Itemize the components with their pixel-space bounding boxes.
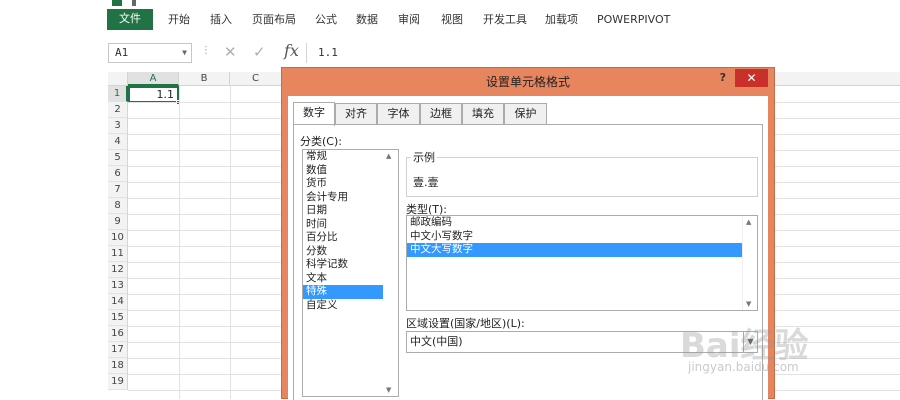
locale-value: 中文(中国)	[410, 335, 463, 348]
row-header[interactable]: 6	[108, 166, 128, 182]
cell-value: 1.1	[156, 88, 175, 101]
tab-addins[interactable]: 加载项	[545, 10, 578, 30]
category-item[interactable]: 会计专用	[303, 191, 383, 205]
column-header-b[interactable]: B	[179, 72, 230, 86]
category-item[interactable]: 货币	[303, 177, 383, 191]
gridline	[179, 86, 180, 399]
row-header[interactable]: 8	[108, 198, 128, 214]
category-item[interactable]: 自定义	[303, 299, 383, 313]
category-item[interactable]: 文本	[303, 272, 383, 286]
row-header[interactable]: 2	[108, 102, 128, 118]
tab-protection[interactable]: 保护	[504, 103, 547, 125]
close-button[interactable]: ✕	[735, 69, 768, 87]
select-all-corner[interactable]	[108, 72, 128, 86]
tab-review[interactable]: 审阅	[398, 10, 420, 30]
row-header[interactable]: 13	[108, 278, 128, 294]
tab-alignment[interactable]: 对齐	[335, 103, 377, 125]
category-item[interactable]: 特殊	[303, 285, 383, 299]
category-item[interactable]: 时间	[303, 218, 383, 232]
tab-insert[interactable]: 插入	[210, 10, 232, 30]
category-item[interactable]: 分数	[303, 245, 383, 259]
type-item[interactable]: 中文大写数字	[407, 243, 743, 257]
category-item[interactable]: 常规	[303, 150, 383, 164]
tab-developer[interactable]: 开发工具	[483, 10, 527, 30]
row-header[interactable]: 7	[108, 182, 128, 198]
scroll-down-icon[interactable]: ▼	[746, 300, 751, 308]
tab-view[interactable]: 视图	[441, 10, 463, 30]
sample-value: 壹.壹	[413, 176, 439, 189]
formula-input[interactable]: 1.1	[318, 43, 338, 63]
tab-fill[interactable]: 填充	[462, 103, 504, 125]
formula-separator	[306, 43, 307, 63]
row-header[interactable]: 3	[108, 118, 128, 134]
chevron-down-icon[interactable]: ▼	[182, 44, 187, 62]
column-header-a[interactable]: A	[128, 72, 179, 86]
type-item[interactable]: 中文小写数字	[407, 230, 743, 244]
tab-page-layout[interactable]: 页面布局	[252, 10, 296, 30]
type-item[interactable]: 邮政编码	[407, 216, 743, 230]
scroll-up-icon[interactable]: ▲	[746, 218, 751, 226]
row-header[interactable]: 17	[108, 342, 128, 358]
tab-number[interactable]: 数字	[293, 102, 335, 126]
category-scrollbar[interactable]: ▲ ▼	[383, 150, 398, 396]
tab-home[interactable]: 开始	[168, 10, 190, 30]
tab-border[interactable]: 边框	[420, 103, 462, 125]
row-header[interactable]: 15	[108, 310, 128, 326]
row-header[interactable]: 9	[108, 214, 128, 230]
row-header[interactable]: 16	[108, 326, 128, 342]
row-header[interactable]: 5	[108, 150, 128, 166]
row-header[interactable]: 12	[108, 262, 128, 278]
name-box[interactable]: A1 ▼	[108, 43, 192, 63]
row-header[interactable]: 10	[108, 230, 128, 246]
scroll-up-icon[interactable]: ▲	[386, 152, 391, 160]
row-header[interactable]: 1	[108, 86, 128, 102]
cancel-icon[interactable]: ✕	[224, 43, 237, 61]
drag-handle-icon[interactable]: ⋮	[201, 45, 211, 56]
dialog-title: 设置单元格格式	[485, 75, 570, 89]
gridline	[230, 86, 231, 399]
sample-groupbox: 示例 壹.壹	[406, 149, 758, 197]
row-header[interactable]: 14	[108, 294, 128, 310]
category-label: 分类(C):	[300, 135, 342, 148]
enter-icon[interactable]: ✓	[253, 43, 266, 61]
category-listbox[interactable]: 常规 数值 货币 会计专用 日期 时间 百分比 分数 科学记数 文本 特殊 自定义 ▲ ▼	[302, 149, 399, 397]
tab-powerpivot[interactable]: POWERPIVOT	[597, 10, 670, 30]
category-item[interactable]: 日期	[303, 204, 383, 218]
tab-file[interactable]: 文件	[107, 9, 153, 30]
ribbon: 文件 开始 插入 页面布局 公式 数据 审阅 视图 开发工具 加载项 POWER…	[0, 0, 900, 34]
type-listbox[interactable]: 邮政编码 中文小写数字 中文大写数字 ▲ ▼	[406, 215, 758, 311]
scroll-down-icon[interactable]: ▼	[386, 386, 391, 394]
dialog-titlebar[interactable]: 设置单元格格式 ? ✕	[282, 68, 774, 93]
category-item[interactable]: 数值	[303, 164, 383, 178]
row-header[interactable]: 19	[108, 374, 128, 390]
row-header[interactable]: 11	[108, 246, 128, 262]
row-header[interactable]: 18	[108, 358, 128, 374]
formula-bar: A1 ▼ ⋮ ✕ ✓ fx 1.1	[0, 40, 900, 66]
insert-function-button[interactable]: fx	[284, 41, 299, 60]
locale-label: 区域设置(国家/地区)(L):	[406, 317, 525, 330]
tab-data[interactable]: 数据	[356, 10, 378, 30]
name-box-value: A1	[115, 46, 129, 59]
tab-font[interactable]: 字体	[377, 103, 420, 125]
help-button[interactable]: ?	[720, 71, 726, 84]
type-scrollbar[interactable]: ▲ ▼	[742, 216, 757, 310]
column-header-c[interactable]: C	[230, 72, 282, 86]
sample-label: 示例	[411, 149, 437, 165]
category-item[interactable]: 百分比	[303, 231, 383, 245]
active-cell-a1[interactable]: 1.1	[128, 86, 181, 105]
category-item[interactable]: 科学记数	[303, 258, 383, 272]
tab-formulas[interactable]: 公式	[315, 10, 337, 30]
type-items: 邮政编码 中文小写数字 中文大写数字	[407, 216, 757, 257]
watermark-url: jingyan.baidu.com	[688, 360, 799, 374]
row-header[interactable]: 4	[108, 134, 128, 150]
quick-access-toolbar[interactable]	[112, 0, 182, 6]
